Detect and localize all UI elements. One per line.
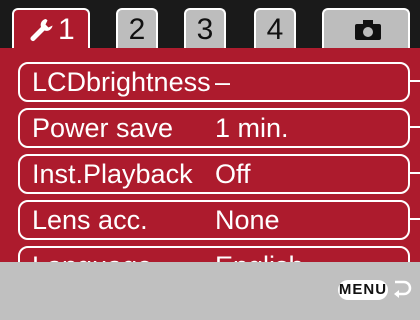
menu-item-power-save[interactable]: Power save 1 min. — [18, 108, 420, 148]
row-connector — [408, 126, 420, 128]
tab-setup-4[interactable]: 4 — [254, 8, 296, 48]
menu-item-label: Power save — [32, 113, 174, 143]
row-connector — [408, 80, 420, 82]
menu-item-value: 1 min. — [215, 113, 289, 143]
tab-record[interactable] — [322, 8, 410, 48]
tab-underline — [0, 48, 420, 58]
footer-bar: MENU — [0, 262, 420, 320]
row-connector — [408, 172, 420, 174]
tab-setup-2[interactable]: 2 — [116, 8, 158, 48]
return-arrow-icon[interactable] — [392, 278, 412, 300]
menu-item-lcd-brightness[interactable]: LCDbrightness – — [18, 62, 420, 102]
menu-item-value: Off — [215, 159, 251, 189]
menu-item-value: – — [215, 67, 231, 97]
menu-item-lens-acc[interactable]: Lens acc. None — [18, 200, 420, 240]
menu-button[interactable]: MENU — [338, 280, 388, 300]
camera-icon — [355, 20, 381, 40]
settings-screen: 1 2 3 4 LCDbrightness – Power save 1 min… — [0, 0, 420, 320]
tab-label: 4 — [266, 13, 284, 46]
tab-setup-3[interactable]: 3 — [184, 8, 226, 48]
wrench-icon — [30, 19, 53, 42]
menu-item-value: None — [215, 205, 280, 235]
tab-label: 1 — [58, 13, 75, 46]
row-connector — [408, 218, 420, 220]
menu-item-inst-playback[interactable]: Inst.Playback Off — [18, 154, 420, 194]
menu-item-label: LCDbrightness — [32, 67, 211, 97]
tab-setup-1[interactable]: 1 — [12, 8, 90, 48]
tab-label: 2 — [128, 13, 146, 46]
menu-item-label: Inst.Playback — [32, 159, 193, 189]
tab-bar: 1 2 3 4 — [0, 0, 420, 58]
menu-item-label: Lens acc. — [32, 205, 148, 235]
tab-label: 3 — [196, 13, 214, 46]
